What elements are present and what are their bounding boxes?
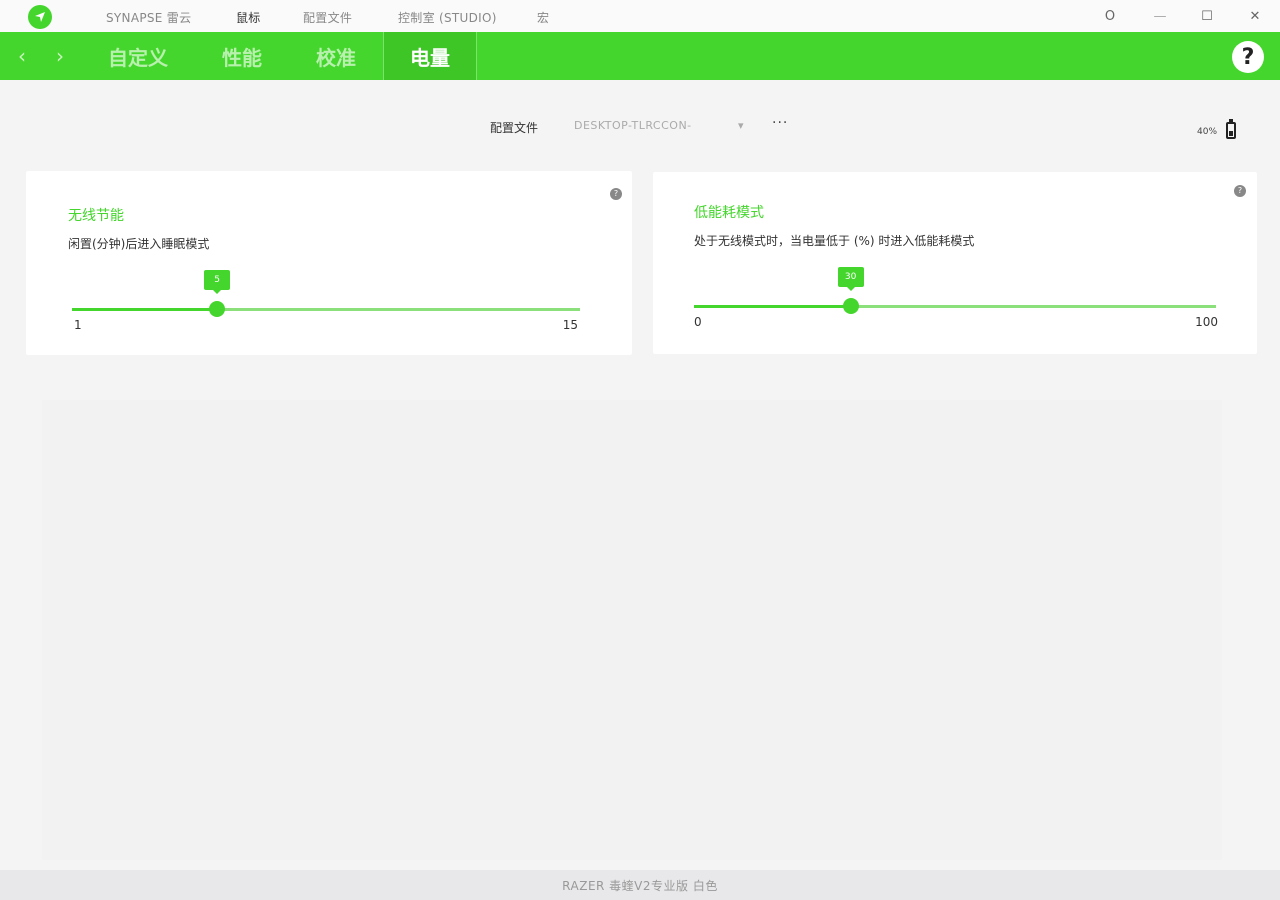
- razer-logo-icon[interactable]: [28, 5, 52, 29]
- card-description: 闲置(分钟)后进入睡眠模式: [68, 237, 210, 251]
- back-arrow-icon[interactable]: ‹: [12, 44, 32, 68]
- battery-percent: 40%: [1197, 127, 1218, 137]
- title-bar: SYNAPSE 雷云 鼠标 配置文件 控制室 (STUDIO) 宏 O — ☐ …: [0, 0, 1280, 32]
- device-footer: RAZER 毒蝰V2专业版 白色: [0, 870, 1280, 900]
- minimize-icon[interactable]: —: [1150, 6, 1170, 26]
- chevron-down-icon: ▾: [737, 119, 744, 132]
- close-icon[interactable]: ✕: [1245, 6, 1265, 26]
- nav-synapse[interactable]: SYNAPSE 雷云: [106, 9, 191, 26]
- tab-performance[interactable]: 性能: [206, 32, 278, 80]
- battery-icon: [1226, 119, 1236, 139]
- profile-dropdown[interactable]: DESKTOP-TLRCCON- ▾: [574, 119, 744, 137]
- content-panel: [42, 400, 1222, 860]
- info-icon[interactable]: ?: [1234, 185, 1246, 197]
- forward-arrow-icon[interactable]: ›: [50, 44, 70, 68]
- slider-thumb[interactable]: [209, 301, 226, 317]
- low-power-mode-card: ? 低能耗模式 处于无线模式时，当电量低于 (%) 时进入低能耗模式 30 0 …: [653, 172, 1257, 354]
- slider-max-label: 15: [562, 318, 578, 332]
- help-icon[interactable]: ?: [1232, 41, 1264, 73]
- slider-fill: [72, 308, 218, 311]
- low-power-threshold-slider[interactable]: 30 0 100: [694, 267, 1218, 329]
- slider-fill: [694, 305, 851, 308]
- info-icon[interactable]: ?: [610, 188, 622, 200]
- account-icon[interactable]: O: [1100, 6, 1120, 26]
- tab-calibration[interactable]: 校准: [300, 32, 372, 80]
- tab-power[interactable]: 电量: [383, 32, 477, 80]
- sleep-timeout-slider[interactable]: 5 1 15: [72, 270, 580, 332]
- more-options-icon[interactable]: ···: [772, 115, 788, 131]
- card-title: 低能耗模式: [694, 205, 764, 221]
- slider-thumb[interactable]: [842, 298, 859, 314]
- nav-profiles[interactable]: 配置文件: [303, 9, 352, 26]
- slider-value-badge: 5: [204, 270, 231, 294]
- tab-customize[interactable]: 自定义: [96, 32, 180, 80]
- slider-min-label: 1: [74, 318, 82, 332]
- slider-value-badge: 30: [837, 267, 864, 291]
- slider-min-label: 0: [694, 315, 702, 329]
- card-description: 处于无线模式时，当电量低于 (%) 时进入低能耗模式: [694, 234, 975, 248]
- slider-max-label: 100: [1195, 315, 1218, 329]
- nav-mouse[interactable]: 鼠标: [236, 9, 261, 26]
- tab-bar: ‹ › 自定义 性能 校准 电量 ?: [0, 32, 1280, 80]
- battery-level: [1229, 130, 1233, 136]
- card-title: 无线节能: [68, 208, 124, 224]
- wireless-power-saving-card: ? 无线节能 闲置(分钟)后进入睡眠模式 5 1 15: [26, 171, 632, 355]
- profile-value: DESKTOP-TLRCCON-: [574, 119, 692, 132]
- maximize-icon[interactable]: ☐: [1197, 6, 1217, 26]
- nav-macro[interactable]: 宏: [537, 9, 549, 26]
- profile-label: 配置文件: [490, 121, 539, 135]
- nav-studio[interactable]: 控制室 (STUDIO): [398, 9, 497, 26]
